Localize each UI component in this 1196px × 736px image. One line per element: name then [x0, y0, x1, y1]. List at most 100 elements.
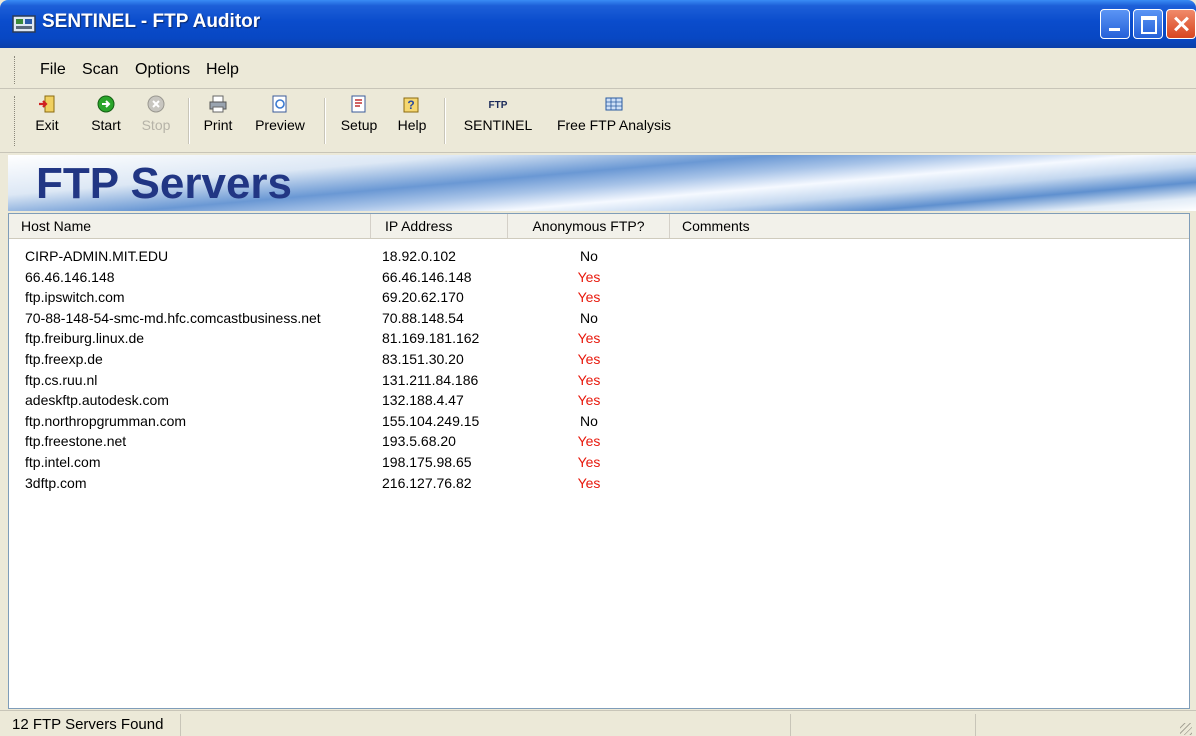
title-bar[interactable]: SENTINEL - FTP Auditor: [0, 0, 1196, 48]
menu-scan[interactable]: Scan: [82, 61, 118, 79]
anonymous-ftp-cell: Yes: [577, 268, 601, 285]
anonymous-ftp-cell: Yes: [577, 371, 601, 388]
ip-address-cell: 193.5.68.20: [382, 433, 456, 450]
maximize-button[interactable]: [1133, 9, 1163, 39]
ip-address-cell: 81.169.181.162: [382, 330, 480, 347]
list-header: Host Name IP Address Anonymous FTP? Comm…: [9, 214, 1189, 239]
status-bar: 12 FTP Servers Found: [0, 710, 1196, 736]
host-name-cell: ftp.northropgrumman.com: [25, 412, 187, 429]
host-name-cell: adeskftp.autodesk.com: [25, 392, 169, 409]
host-name-cell: ftp.freexp.de: [25, 350, 103, 367]
table-row[interactable]: ftp.cs.ruu.nl 131.211.84.186 Yes: [9, 370, 1189, 391]
anonymous-ftp-cell: Yes: [577, 433, 601, 450]
preview-icon: [272, 95, 287, 113]
setup-icon: [351, 95, 366, 113]
ip-address-cell: 198.175.98.65: [382, 453, 472, 470]
column-comments[interactable]: Comments: [670, 214, 1189, 238]
svg-text:?: ?: [407, 98, 414, 112]
status-pane: [975, 714, 976, 736]
ip-address-cell: 18.92.0.102: [382, 248, 456, 264]
stop-button[interactable]: Stop: [136, 94, 176, 148]
toolbar-separator: [444, 98, 446, 144]
anonymous-ftp-cell: Yes: [577, 453, 601, 470]
app-icon: [12, 15, 36, 33]
ip-address-cell: 216.127.76.82: [382, 474, 472, 491]
host-name-cell: 3dftp.com: [25, 474, 87, 491]
ip-address-cell: 83.151.30.20: [382, 350, 464, 367]
minimize-button[interactable]: [1100, 9, 1130, 39]
start-button[interactable]: Start: [86, 94, 126, 148]
anonymous-ftp-cell: Yes: [577, 350, 601, 367]
ip-address-cell: 70.88.148.54: [382, 309, 464, 326]
sentinel-button[interactable]: FTP SENTINEL: [456, 94, 540, 148]
table-row[interactable]: ftp.freestone.net 193.5.68.20 Yes: [9, 431, 1189, 452]
status-pane: [180, 714, 181, 736]
table-row[interactable]: ftp.freexp.de 83.151.30.20 Yes: [9, 349, 1189, 370]
table-row[interactable]: 70-88-148-54-smc-md.hfc.comcastbusiness.…: [9, 308, 1189, 329]
window-title: SENTINEL - FTP Auditor: [42, 11, 261, 32]
host-name-cell: ftp.cs.ruu.nl: [25, 371, 98, 388]
anonymous-ftp-cell: Yes: [577, 289, 601, 306]
svg-text:FTP: FTP: [489, 100, 508, 111]
help-icon: ?: [403, 97, 419, 113]
banner: FTP Servers: [8, 155, 1196, 211]
table-row[interactable]: ftp.intel.com 198.175.98.65 Yes: [9, 452, 1189, 473]
exit-button[interactable]: Exit: [30, 94, 64, 148]
print-icon: [209, 95, 227, 113]
menu-file[interactable]: File: [40, 61, 66, 79]
ip-address-cell: 132.188.4.47: [382, 392, 464, 409]
print-button[interactable]: Print: [200, 94, 236, 148]
status-text: 12 FTP Servers Found: [12, 716, 164, 733]
analysis-icon: [605, 97, 623, 111]
exit-icon: [39, 95, 55, 113]
table-row[interactable]: ftp.northropgrumman.com 155.104.249.15 No: [9, 411, 1189, 432]
host-name-cell: 66.46.146.148: [25, 268, 115, 285]
host-name-cell: ftp.freiburg.linux.de: [25, 330, 145, 347]
table-row[interactable]: adeskftp.autodesk.com 132.188.4.47 Yes: [9, 390, 1189, 411]
ftp-server-list[interactable]: Host Name IP Address Anonymous FTP? Comm…: [8, 213, 1190, 709]
anonymous-ftp-cell: No: [580, 412, 598, 429]
ftp-icon: FTP: [489, 100, 508, 111]
list-rows: CIRP-ADMIN.MIT.EDU 18.92.0.102 No 66.46.14…: [9, 246, 1189, 493]
anonymous-ftp-cell: Yes: [577, 330, 601, 347]
status-pane: [790, 714, 791, 736]
help-button[interactable]: ? Help: [392, 94, 432, 148]
toolbar-separator: [324, 98, 326, 144]
toolbar: Exit Start Stop Print Preview Setup ? He…: [0, 90, 1196, 153]
column-anonymous-ftp[interactable]: Anonymous FTP?: [508, 214, 670, 238]
app-window: SENTINEL - FTP Auditor File Scan Options…: [0, 0, 1196, 736]
stop-icon: [147, 95, 165, 113]
start-icon: [97, 95, 115, 113]
resize-grip[interactable]: [1180, 723, 1192, 735]
preview-button[interactable]: Preview: [248, 94, 312, 148]
close-button[interactable]: [1166, 9, 1196, 39]
host-name-cell: ftp.ipswitch.com: [25, 289, 125, 306]
menu-help[interactable]: Help: [206, 61, 239, 79]
anonymous-ftp-cell: Yes: [577, 392, 601, 409]
host-name-cell: CIRP-ADMIN.MIT.EDU: [25, 248, 169, 264]
anonymous-ftp-cell: No: [580, 248, 598, 264]
table-row[interactable]: CIRP-ADMIN.MIT.EDU 18.92.0.102 No: [9, 246, 1189, 267]
toolbar-separator: [188, 98, 190, 144]
menu-grip: [14, 56, 18, 84]
anonymous-ftp-cell: No: [580, 309, 598, 326]
host-name-cell: 70-88-148-54-smc-md.hfc.comcastbusiness.…: [25, 309, 321, 326]
column-ip-address[interactable]: IP Address: [371, 214, 508, 238]
ip-address-cell: 155.104.249.15: [382, 412, 480, 429]
setup-button[interactable]: Setup: [336, 94, 382, 148]
menu-bar: File Scan Options Help: [0, 52, 1196, 89]
toolbar-grip: [14, 96, 18, 146]
table-row[interactable]: ftp.ipswitch.com 69.20.62.170 Yes: [9, 287, 1189, 308]
page-title: FTP Servers: [36, 159, 293, 208]
ip-address-cell: 69.20.62.170: [382, 289, 464, 306]
table-row[interactable]: 3dftp.com 216.127.76.82 Yes: [9, 473, 1189, 494]
anonymous-ftp-cell: Yes: [577, 474, 601, 491]
ip-address-cell: 131.211.84.186: [382, 371, 479, 388]
host-name-cell: ftp.freestone.net: [25, 433, 127, 450]
ip-address-cell: 66.46.146.148: [382, 268, 472, 285]
table-row[interactable]: 66.46.146.148 66.46.146.148 Yes: [9, 267, 1189, 288]
free-ftp-analysis-button[interactable]: Free FTP Analysis: [548, 94, 680, 148]
table-row[interactable]: ftp.freiburg.linux.de 81.169.181.162 Yes: [9, 328, 1189, 349]
column-host-name[interactable]: Host Name: [9, 214, 371, 238]
menu-options[interactable]: Options: [135, 61, 190, 79]
